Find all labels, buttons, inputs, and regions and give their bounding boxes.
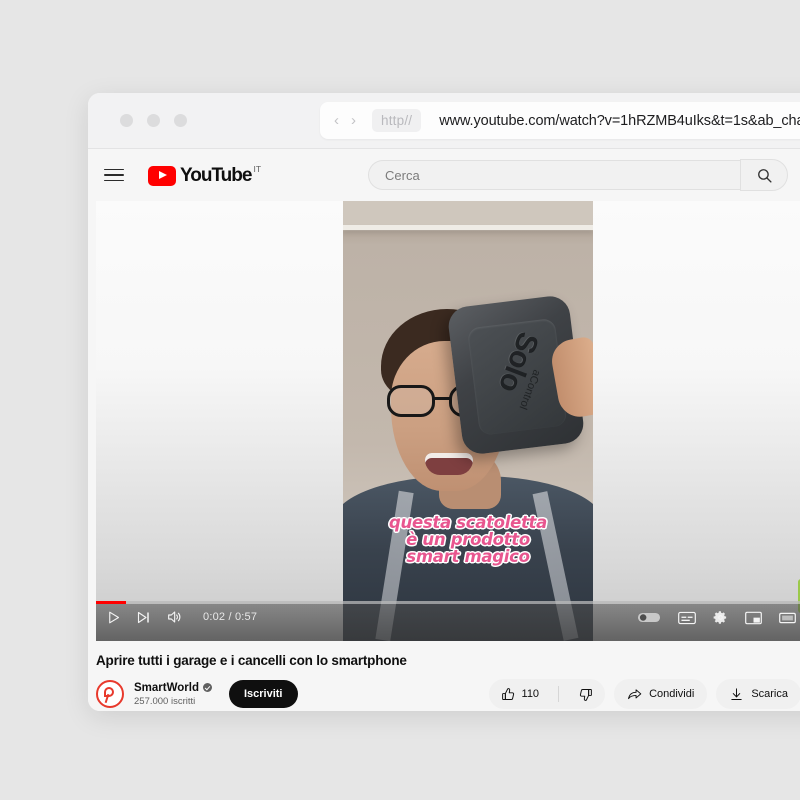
back-icon[interactable]: ‹ xyxy=(334,113,339,128)
search-bar xyxy=(368,159,800,191)
thumbs-down-icon xyxy=(578,687,593,702)
subscribe-button[interactable]: Iscriviti xyxy=(229,680,298,708)
minimize-window-button[interactable] xyxy=(147,114,160,127)
download-button[interactable]: Scarica xyxy=(716,679,800,709)
subscriber-count: 257.000 iscritti xyxy=(134,696,212,707)
search-input[interactable] xyxy=(368,160,740,190)
gear-icon xyxy=(713,610,728,625)
settings-button[interactable] xyxy=(713,610,728,625)
channel-and-actions-row: SmartWorld 257.000 iscritti Iscriviti xyxy=(96,679,800,709)
volume-icon xyxy=(166,609,182,625)
channel-name: SmartWorld xyxy=(134,682,199,694)
player-controls-left: 0:02 / 0:57 xyxy=(106,609,257,625)
play-icon xyxy=(106,610,121,625)
progress-bar-track[interactable] xyxy=(96,601,800,604)
next-video-button[interactable] xyxy=(136,610,151,625)
theater-mode-button[interactable] xyxy=(779,611,796,625)
miniplayer-button[interactable] xyxy=(745,611,762,625)
close-window-button[interactable] xyxy=(120,114,133,127)
maximize-window-button[interactable] xyxy=(174,114,187,127)
player-controls: 0:02 / 0:57 xyxy=(96,601,800,641)
search-button[interactable] xyxy=(740,159,788,191)
player-controls-right xyxy=(637,610,800,625)
url-scheme-chip: http// xyxy=(372,109,421,132)
channel-name-row[interactable]: SmartWorld xyxy=(134,682,212,694)
closed-captions-icon xyxy=(678,611,696,625)
youtube-header: YouTube IT xyxy=(88,149,800,201)
subtitles-button[interactable] xyxy=(678,611,696,625)
browser-window: ‹ › http// www.youtube.com/watch?v=1hRZM… xyxy=(88,93,800,711)
video-wall-trim xyxy=(343,225,593,230)
forward-icon[interactable]: › xyxy=(351,113,356,128)
channel-avatar[interactable] xyxy=(96,680,124,708)
download-label: Scarica xyxy=(751,688,788,700)
youtube-country-code: IT xyxy=(253,164,261,174)
like-count: 110 xyxy=(522,688,540,700)
video-title: Aprire tutti i garage e i cancelli con l… xyxy=(96,653,800,668)
youtube-page: YouTube IT xyxy=(88,149,800,711)
navigation-arrows: ‹ › xyxy=(334,113,356,128)
toggle-icon xyxy=(637,611,661,624)
dislike-button[interactable] xyxy=(566,679,605,709)
video-metadata: Aprire tutti i garage e i cancelli con l… xyxy=(88,641,800,709)
address-bar[interactable]: ‹ › http// www.youtube.com/watch?v=1hRZM… xyxy=(320,102,800,139)
miniplayer-icon xyxy=(745,611,762,625)
play-button[interactable] xyxy=(106,610,121,625)
autoplay-toggle[interactable] xyxy=(637,611,661,624)
youtube-wordmark: YouTube xyxy=(180,165,251,186)
next-track-icon xyxy=(136,610,151,625)
verified-badge-icon xyxy=(203,683,212,692)
video-caption-text: questa scatoletta è un prodotto smart ma… xyxy=(96,514,800,565)
like-button[interactable]: 110 xyxy=(489,679,552,709)
download-icon xyxy=(729,687,744,702)
video-frame: Solo aControl xyxy=(343,201,593,641)
hamburger-menu-icon[interactable] xyxy=(104,169,124,182)
share-arrow-icon xyxy=(627,687,642,702)
video-player[interactable]: Solo aControl questa scatoletta è un pro… xyxy=(96,201,800,641)
url-text: www.youtube.com/watch?v=1hRZMB4uIks&t=1s… xyxy=(439,113,800,129)
traffic-lights xyxy=(120,114,187,127)
progress-bar-played xyxy=(96,601,126,604)
share-button[interactable]: Condividi xyxy=(614,679,707,709)
browser-titlebar: ‹ › http// www.youtube.com/watch?v=1hRZM… xyxy=(88,93,800,149)
time-display: 0:02 / 0:57 xyxy=(203,611,257,623)
like-dislike-group: 110 xyxy=(489,679,606,709)
share-label: Condividi xyxy=(649,688,694,700)
video-action-buttons: 110 Cond xyxy=(489,679,800,709)
volume-button[interactable] xyxy=(166,609,182,625)
video-person-mouth xyxy=(425,453,473,475)
like-dislike-divider xyxy=(558,686,559,702)
thumbs-up-icon xyxy=(501,687,516,702)
youtube-logo[interactable]: YouTube IT xyxy=(148,165,261,186)
channel-info: SmartWorld 257.000 iscritti xyxy=(134,682,212,707)
youtube-play-icon xyxy=(148,166,176,186)
theater-mode-icon xyxy=(779,611,796,625)
search-icon xyxy=(756,167,773,184)
